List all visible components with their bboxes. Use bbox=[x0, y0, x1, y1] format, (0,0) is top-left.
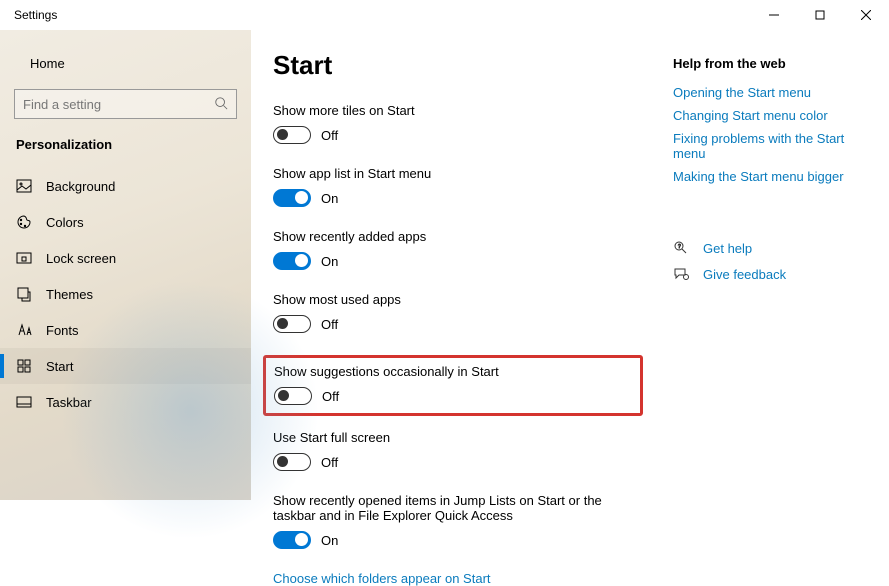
maximize-button[interactable] bbox=[797, 0, 843, 30]
setting-recently-added: Show recently added apps On bbox=[273, 229, 643, 270]
start-icon bbox=[16, 358, 32, 374]
sidebar-item-label: Lock screen bbox=[46, 251, 116, 266]
home-label: Home bbox=[30, 56, 65, 71]
toggle-jump-lists[interactable] bbox=[273, 531, 311, 549]
toggle-state: Off bbox=[322, 389, 339, 404]
feedback-label: Give feedback bbox=[703, 267, 786, 282]
setting-label: Use Start full screen bbox=[273, 430, 643, 445]
sidebar-item-background[interactable]: Background bbox=[0, 168, 251, 204]
close-button[interactable] bbox=[843, 0, 889, 30]
sidebar-item-colors[interactable]: Colors bbox=[0, 204, 251, 240]
toggle-state: On bbox=[321, 254, 338, 269]
setting-full-screen: Use Start full screen Off bbox=[273, 430, 643, 471]
sidebar-item-label: Background bbox=[46, 179, 115, 194]
get-help-label: Get help bbox=[703, 241, 752, 256]
fonts-icon bbox=[16, 322, 32, 338]
sidebar-item-label: Taskbar bbox=[46, 395, 92, 410]
search-icon bbox=[214, 96, 228, 113]
window-title: Settings bbox=[14, 8, 57, 22]
feedback-icon bbox=[673, 266, 689, 282]
get-help-row[interactable]: ? Get help bbox=[673, 240, 873, 256]
sidebar-item-label: Themes bbox=[46, 287, 93, 302]
toggle-app-list[interactable] bbox=[273, 189, 311, 207]
help-icon: ? bbox=[673, 240, 689, 256]
toggle-more-tiles[interactable] bbox=[273, 126, 311, 144]
feedback-row[interactable]: Give feedback bbox=[673, 266, 873, 282]
setting-jump-lists: Show recently opened items in Jump Lists… bbox=[273, 493, 643, 549]
toggle-most-used[interactable] bbox=[273, 315, 311, 333]
setting-app-list: Show app list in Start menu On bbox=[273, 166, 643, 207]
highlight-box: Show suggestions occasionally in Start O… bbox=[263, 355, 643, 416]
page-title: Start bbox=[273, 50, 643, 81]
sidebar-item-label: Start bbox=[46, 359, 73, 374]
palette-icon bbox=[16, 214, 32, 230]
sidebar-item-fonts[interactable]: Fonts bbox=[0, 312, 251, 348]
toggle-state: On bbox=[321, 533, 338, 548]
sidebar-item-start[interactable]: Start bbox=[0, 348, 251, 384]
help-link-fixing[interactable]: Fixing problems with the Start menu bbox=[673, 131, 873, 161]
toggle-suggestions[interactable] bbox=[274, 387, 312, 405]
sidebar-item-label: Fonts bbox=[46, 323, 79, 338]
sidebar: Home Personalization Background Colors L… bbox=[0, 30, 251, 500]
search-input[interactable] bbox=[23, 97, 214, 112]
setting-most-used: Show most used apps Off bbox=[273, 292, 643, 333]
lock-screen-icon bbox=[16, 250, 32, 266]
help-heading: Help from the web bbox=[673, 56, 873, 71]
setting-label: Show recently added apps bbox=[273, 229, 643, 244]
setting-label: Show most used apps bbox=[273, 292, 643, 307]
toggle-state: Off bbox=[321, 455, 338, 470]
help-link-bigger[interactable]: Making the Start menu bigger bbox=[673, 169, 873, 184]
help-link-color[interactable]: Changing Start menu color bbox=[673, 108, 873, 123]
toggle-full-screen[interactable] bbox=[273, 453, 311, 471]
sidebar-item-taskbar[interactable]: Taskbar bbox=[0, 384, 251, 420]
setting-more-tiles: Show more tiles on Start Off bbox=[273, 103, 643, 144]
image-icon bbox=[16, 178, 32, 194]
sidebar-item-lock-screen[interactable]: Lock screen bbox=[0, 240, 251, 276]
taskbar-icon bbox=[16, 394, 32, 410]
setting-suggestions: Show suggestions occasionally in Start O… bbox=[274, 364, 632, 405]
category-header: Personalization bbox=[0, 137, 251, 168]
sidebar-item-label: Colors bbox=[46, 215, 84, 230]
toggle-state: On bbox=[321, 191, 338, 206]
toggle-recently-added[interactable] bbox=[273, 252, 311, 270]
search-box[interactable] bbox=[14, 89, 237, 119]
sidebar-item-themes[interactable]: Themes bbox=[0, 276, 251, 312]
toggle-state: Off bbox=[321, 128, 338, 143]
help-link-open-start[interactable]: Opening the Start menu bbox=[673, 85, 873, 100]
minimize-button[interactable] bbox=[751, 0, 797, 30]
home-nav[interactable]: Home bbox=[0, 45, 251, 81]
folders-link[interactable]: Choose which folders appear on Start bbox=[273, 571, 491, 586]
setting-label: Show suggestions occasionally in Start bbox=[274, 364, 632, 379]
setting-label: Show recently opened items in Jump Lists… bbox=[273, 493, 643, 523]
setting-label: Show more tiles on Start bbox=[273, 103, 643, 118]
themes-icon bbox=[16, 286, 32, 302]
svg-text:?: ? bbox=[678, 244, 681, 250]
toggle-state: Off bbox=[321, 317, 338, 332]
setting-label: Show app list in Start menu bbox=[273, 166, 643, 181]
